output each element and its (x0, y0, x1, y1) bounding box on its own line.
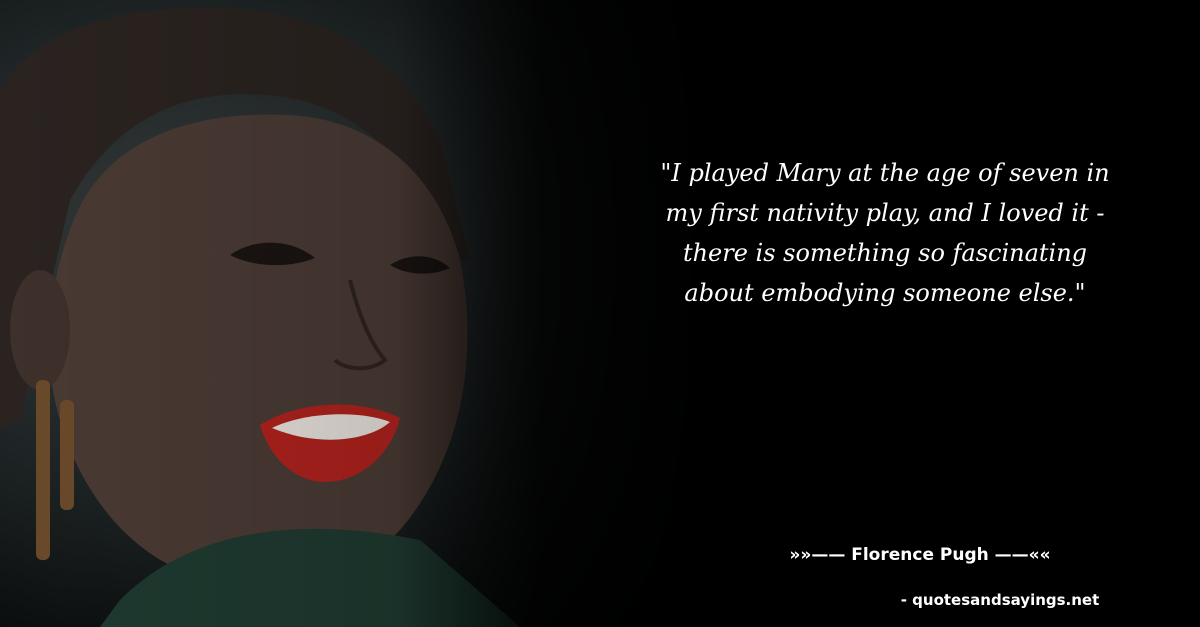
quote-text: "I played Mary at the age of seven in my… (660, 159, 1110, 307)
author-attribution: »»—— Florence Pugh ——«« (789, 545, 1051, 565)
portrait-photo (0, 0, 720, 627)
source-website: - quotesandsayings.net (900, 591, 1100, 609)
photo-fade-overlay (0, 0, 720, 627)
